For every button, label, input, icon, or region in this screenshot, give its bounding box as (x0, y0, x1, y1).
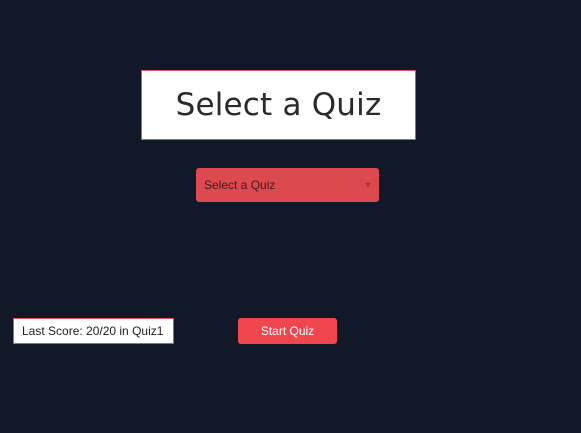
chevron-down-icon (365, 183, 371, 187)
quiz-select-dropdown[interactable]: Select a Quiz (196, 168, 379, 202)
page-title: Select a Quiz (175, 87, 382, 123)
last-score-text: Last Score: 20/20 in Quiz1 (22, 324, 164, 338)
quiz-select-value: Select a Quiz (204, 178, 276, 192)
last-score-box: Last Score: 20/20 in Quiz1 (13, 318, 174, 344)
start-quiz-button[interactable]: Start Quiz (238, 318, 337, 344)
page-title-box: Select a Quiz (141, 70, 416, 140)
